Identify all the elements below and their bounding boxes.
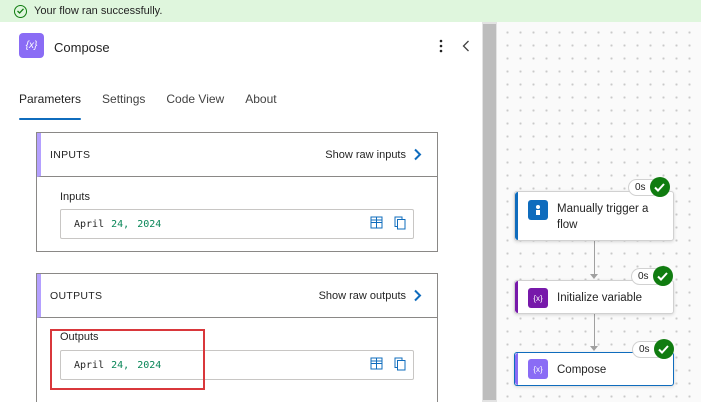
arrow-down-icon [590, 346, 598, 351]
inputs-field-actions [370, 216, 406, 233]
arrow-down-icon [590, 274, 598, 279]
tab-parameters[interactable]: Parameters [19, 92, 82, 120]
inputs-body: Inputs April 24, 2024 [37, 177, 437, 251]
success-banner: Your flow ran successfully. [0, 0, 701, 22]
tab-list: Parameters Settings Code View About [19, 92, 298, 120]
scrollbar-thumb[interactable] [483, 24, 496, 400]
outputs-title: OUTPUTS [50, 289, 103, 302]
check-circle-icon [14, 4, 27, 18]
copy-icon[interactable] [394, 357, 406, 374]
connector-line [594, 314, 595, 347]
inputs-month: April [74, 218, 105, 230]
show-raw-outputs-label: Show raw outputs [318, 289, 406, 302]
flow-node-trigger[interactable]: Manually trigger a flow [514, 191, 674, 241]
node-label: Initialize variable [557, 292, 643, 304]
variable-icon: {x} [528, 359, 548, 379]
node-accent-bar [515, 192, 518, 240]
more-vertical-icon[interactable] [434, 36, 448, 56]
variable-icon: {x} [528, 288, 548, 308]
inputs-day: 24, [111, 218, 130, 230]
variable-icon: {x} [19, 33, 44, 58]
inputs-field-label: Inputs [60, 191, 90, 203]
chevron-right-icon [413, 147, 425, 163]
inputs-year: 2024 [137, 218, 162, 230]
inputs-section: INPUTS Show raw inputs Inputs April 24, … [36, 132, 438, 252]
node-label: Compose [557, 364, 607, 376]
show-raw-outputs-link[interactable]: Show raw outputs [319, 288, 425, 304]
chevron-right-icon [413, 288, 425, 304]
touch-trigger-icon [528, 200, 548, 220]
node-label: Manually trigger a flow [557, 201, 648, 233]
table-view-icon[interactable] [370, 357, 383, 374]
run-status-badge: 0s [631, 266, 673, 286]
show-raw-inputs-label: Show raw inputs [325, 148, 406, 161]
chevron-left-icon[interactable] [458, 36, 474, 56]
highlight-annotation [50, 329, 205, 390]
node-label-line-2: flow [557, 219, 578, 231]
inputs-value-box[interactable]: April 24, 2024 [60, 209, 414, 239]
tab-code-view[interactable]: Code View [166, 92, 224, 120]
success-check-icon [653, 339, 674, 359]
panel-title: Compose [54, 40, 110, 55]
copy-icon[interactable] [394, 216, 406, 233]
tab-settings[interactable]: Settings [102, 92, 145, 120]
node-accent-bar [515, 281, 518, 313]
run-status-badge: 0s [632, 339, 674, 359]
node-label-line-1: Manually trigger a [557, 203, 649, 215]
outputs-header: OUTPUTS Show raw outputs [37, 274, 437, 318]
success-check-icon [652, 266, 673, 286]
node-accent-bar [515, 353, 518, 385]
banner-message: Your flow ran successfully. [34, 5, 163, 17]
inputs-title: INPUTS [50, 148, 91, 161]
tab-about[interactable]: About [245, 92, 276, 120]
connector-line [594, 241, 595, 275]
run-status-badge: 0s [628, 177, 670, 197]
panel-header: {x} Compose [0, 22, 482, 74]
success-check-icon [649, 177, 670, 197]
outputs-field-actions [370, 357, 406, 374]
table-view-icon[interactable] [370, 216, 383, 233]
inputs-header: INPUTS Show raw inputs [37, 133, 437, 177]
show-raw-inputs-link[interactable]: Show raw inputs [325, 147, 425, 163]
